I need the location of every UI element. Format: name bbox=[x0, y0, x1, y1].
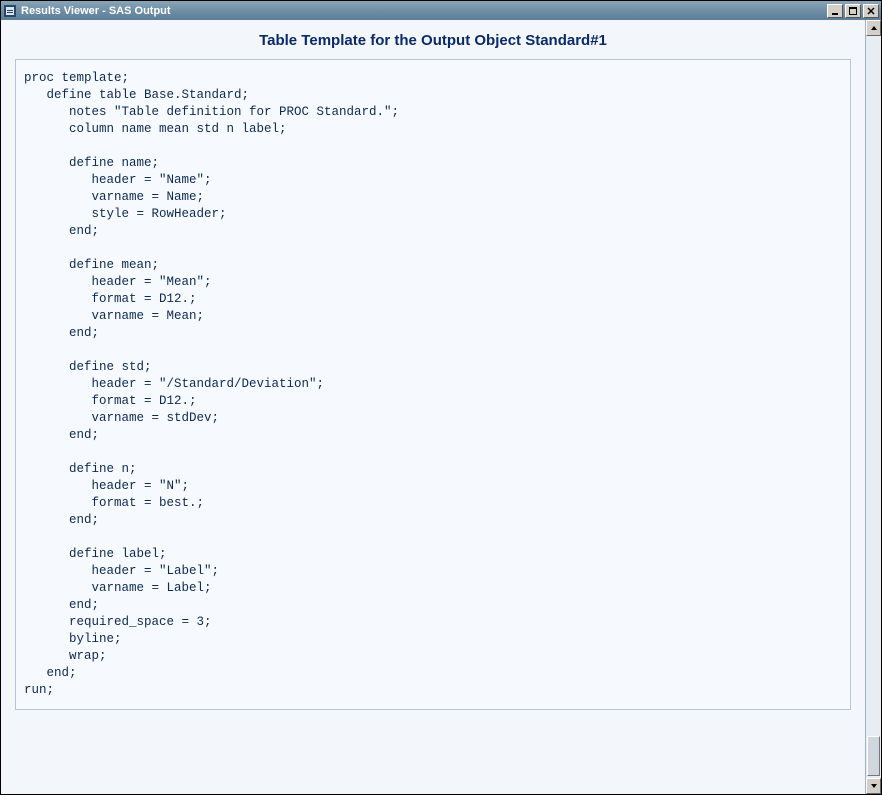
scroll-down-button[interactable] bbox=[866, 778, 881, 794]
scroll-up-button[interactable] bbox=[866, 20, 881, 36]
close-button[interactable] bbox=[863, 4, 879, 18]
maximize-button[interactable] bbox=[845, 4, 861, 18]
minimize-button[interactable] bbox=[827, 4, 843, 18]
titlebar[interactable]: Results Viewer - SAS Output bbox=[1, 1, 881, 20]
app-icon bbox=[3, 4, 17, 18]
window-title: Results Viewer - SAS Output bbox=[21, 5, 825, 17]
window-controls bbox=[825, 4, 879, 18]
content-area: Table Template for the Output Object Sta… bbox=[1, 20, 865, 794]
vertical-scrollbar[interactable] bbox=[865, 20, 881, 794]
scroll-thumb[interactable] bbox=[867, 736, 880, 776]
client-area: Table Template for the Output Object Sta… bbox=[1, 20, 881, 794]
results-viewer-window: Results Viewer - SAS Output Table Templa… bbox=[0, 0, 882, 795]
scroll-track[interactable] bbox=[866, 36, 881, 778]
code-frame: proc template; define table Base.Standar… bbox=[15, 59, 851, 710]
code-block: proc template; define table Base.Standar… bbox=[24, 70, 842, 699]
page-title: Table Template for the Output Object Sta… bbox=[11, 32, 855, 49]
